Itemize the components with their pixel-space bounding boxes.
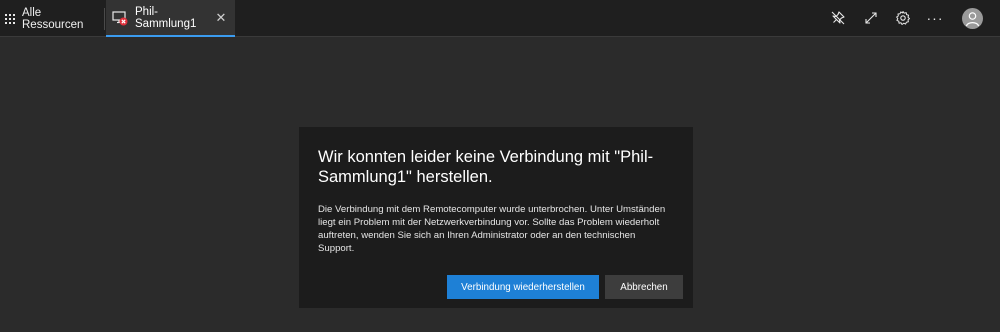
reconnect-button[interactable]: Verbindung wiederherstellen (447, 275, 599, 299)
all-resources-button[interactable]: Alle Ressourcen (0, 0, 103, 37)
more-icon[interactable]: ··· (926, 9, 944, 27)
connection-error-dialog: Wir konnten leider keine Verbindung mit … (299, 127, 693, 308)
tab-phil-sammlung1[interactable]: Phil-Sammlung1 ✕ (106, 0, 235, 37)
apps-grid-icon (5, 13, 15, 24)
tab-divider (104, 8, 105, 30)
user-avatar-icon[interactable] (962, 8, 983, 29)
all-resources-label: Alle Ressourcen (22, 6, 84, 31)
dialog-title: Wir konnten leider keine Verbindung mit … (318, 148, 654, 186)
tab-close-icon[interactable]: ✕ (211, 10, 231, 26)
remote-desktop-error-icon (112, 10, 128, 26)
pin-off-icon[interactable] (829, 9, 847, 27)
gear-icon[interactable] (894, 9, 912, 27)
cancel-button[interactable]: Abbrechen (605, 275, 683, 299)
fullscreen-icon[interactable] (862, 9, 880, 27)
tab-label: Phil-Sammlung1 (135, 5, 197, 30)
top-bar: Alle Ressourcen Phil-Sammlung1 ✕ ··· (0, 0, 1000, 37)
dialog-message: Die Verbindung mit dem Remotecomputer wu… (318, 204, 666, 254)
